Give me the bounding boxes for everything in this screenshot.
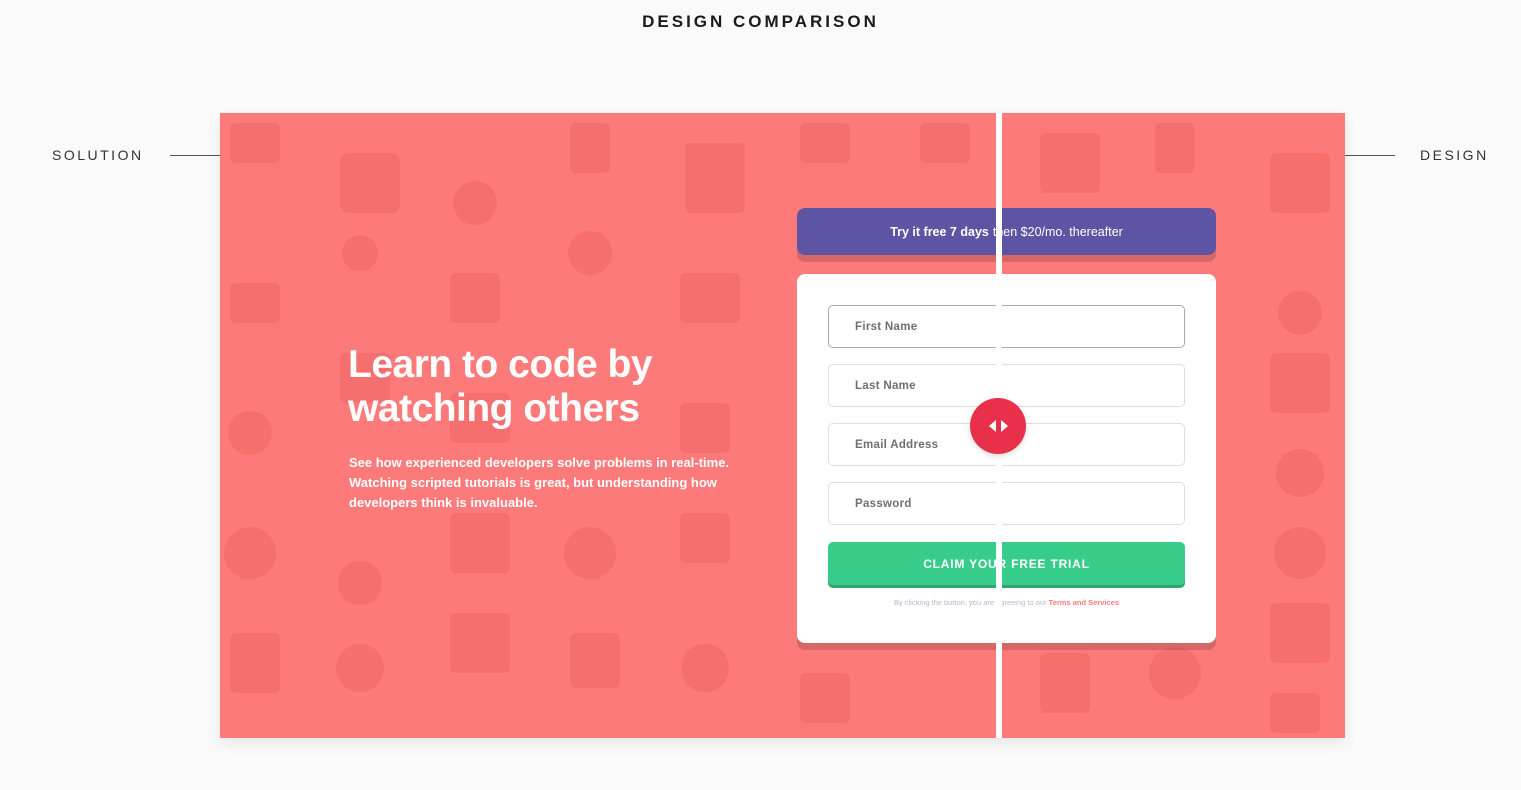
- terms-text: By clicking the button, you are agreeing…: [797, 598, 1216, 607]
- design-line: [1345, 155, 1395, 156]
- password-input[interactable]: Password: [828, 482, 1185, 525]
- signup-card: First Name Last Name Email Address Passw…: [797, 274, 1216, 643]
- first-name-input[interactable]: First Name: [828, 305, 1185, 348]
- comparison-handle[interactable]: [970, 398, 1026, 454]
- promo-bold: Try it free 7 days: [890, 224, 989, 239]
- double-arrow-icon: [1000, 420, 1008, 432]
- hero-text: See how experienced developers solve pro…: [349, 455, 730, 510]
- hero-title: Learn to code by watching others: [348, 343, 653, 430]
- double-arrow-icon: [988, 420, 996, 432]
- solution-line: [170, 155, 220, 156]
- design-label: DESIGN: [1420, 147, 1489, 163]
- promo-banner: Try it free 7 days then $20/mo. thereaft…: [797, 208, 1216, 255]
- comparison-stage[interactable]: Learn to code by watching others See how…: [220, 113, 1345, 738]
- page-title: DESIGN COMPARISON: [642, 12, 879, 31]
- terms-prefix: By clicking the button, you are agreeing…: [893, 598, 1047, 607]
- claim-trial-button[interactable]: CLAIM YOUR FREE TRIAL: [828, 542, 1185, 585]
- terms-link[interactable]: Terms and Services: [1049, 598, 1119, 607]
- promo-rest: then $20/mo. thereafter: [992, 224, 1123, 239]
- solution-label: SOLUTION: [52, 147, 144, 163]
